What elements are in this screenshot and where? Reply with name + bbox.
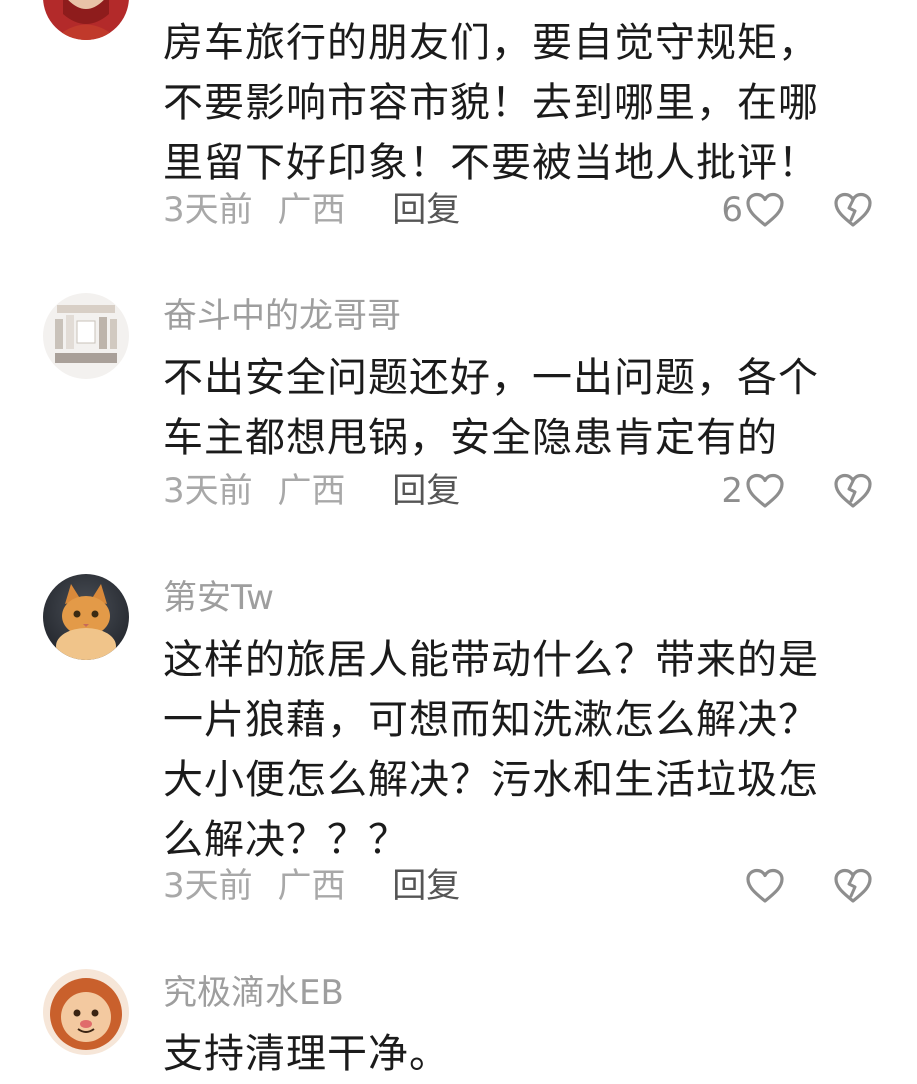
comment-region: 广西 [277,866,346,906]
comment-text: 不出安全问题还好，一出问题，各个 车主都想甩锅，安全隐患肯定有的 [163,348,883,468]
comment-text-line: 么解决？？？ [163,817,409,863]
comment-region: 广西 [277,471,346,511]
reply-button[interactable]: 回复 [392,190,460,230]
comment-text-line: 支持清理干净。 [163,1031,450,1077]
comment-meta: 3天前 广西 回复 [163,864,460,908]
comment-text-line: 这样的旅居人能带动什么？带来的是 [163,637,819,683]
product-photo-avatar-icon [43,293,129,379]
comment-text-line: 车主都想甩锅，安全隐患肯定有的 [163,415,778,461]
username[interactable]: 究极滴水EB [163,971,344,1015]
person-photo-avatar-icon [43,0,129,40]
comment-time: 3天前 [163,190,253,230]
comment-time: 3天前 [163,471,253,511]
heart-icon [746,868,784,903]
avatar[interactable] [43,574,129,660]
comment-region: 广西 [277,190,346,230]
avatar[interactable] [43,969,129,1055]
lion-cartoon-avatar-icon [43,969,129,1055]
comment-text-line: 不出安全问题还好，一出问题，各个 [163,355,819,401]
username[interactable]: 第安Tw [163,576,274,620]
like-button[interactable]: 2 [721,469,785,513]
comment-text: 支持清理干净。 [163,1024,883,1084]
comment-meta: 3天前 广西 回复 [163,188,460,232]
reply-button[interactable]: 回复 [392,866,460,906]
comment-text-line: 里留下好印象！不要被当地人批评！ [163,140,819,186]
broken-heart-icon [834,473,872,508]
dislike-button[interactable] [833,864,873,908]
dislike-button[interactable] [833,469,873,513]
comment-time: 3天前 [163,866,253,906]
comment-text: 房车旅行的朋友们，要自觉守规矩， 不要影响市容市貌！去到哪里，在哪 里留下好印象… [163,13,883,193]
like-button[interactable] [743,864,785,908]
dislike-button[interactable] [833,188,873,232]
comment-text: 这样的旅居人能带动什么？带来的是 一片狼藉，可想而知洗漱怎么解决？ 大小便怎么解… [163,630,883,870]
heart-icon [746,473,784,508]
username[interactable]: 奋斗中的龙哥哥 [163,294,401,338]
broken-heart-icon [834,192,872,227]
like-count: 6 [721,190,743,230]
broken-heart-icon [834,868,872,903]
comment-text-line: 不要影响市容市貌！去到哪里，在哪 [163,80,819,126]
heart-icon [746,192,784,227]
avatar[interactable] [43,293,129,379]
like-button[interactable]: 6 [721,188,785,232]
comment-text-line: 房车旅行的朋友们，要自觉守规矩， [163,20,819,66]
comment-meta: 3天前 广西 回复 [163,469,460,513]
cat-photo-avatar-icon [43,574,129,660]
comment-text-line: 一片狼藉，可想而知洗漱怎么解决？ [163,697,819,743]
avatar[interactable] [43,0,129,40]
like-count: 2 [721,471,743,511]
comment-text-line: 大小便怎么解决？污水和生活垃圾怎 [163,757,819,803]
reply-button[interactable]: 回复 [392,471,460,511]
